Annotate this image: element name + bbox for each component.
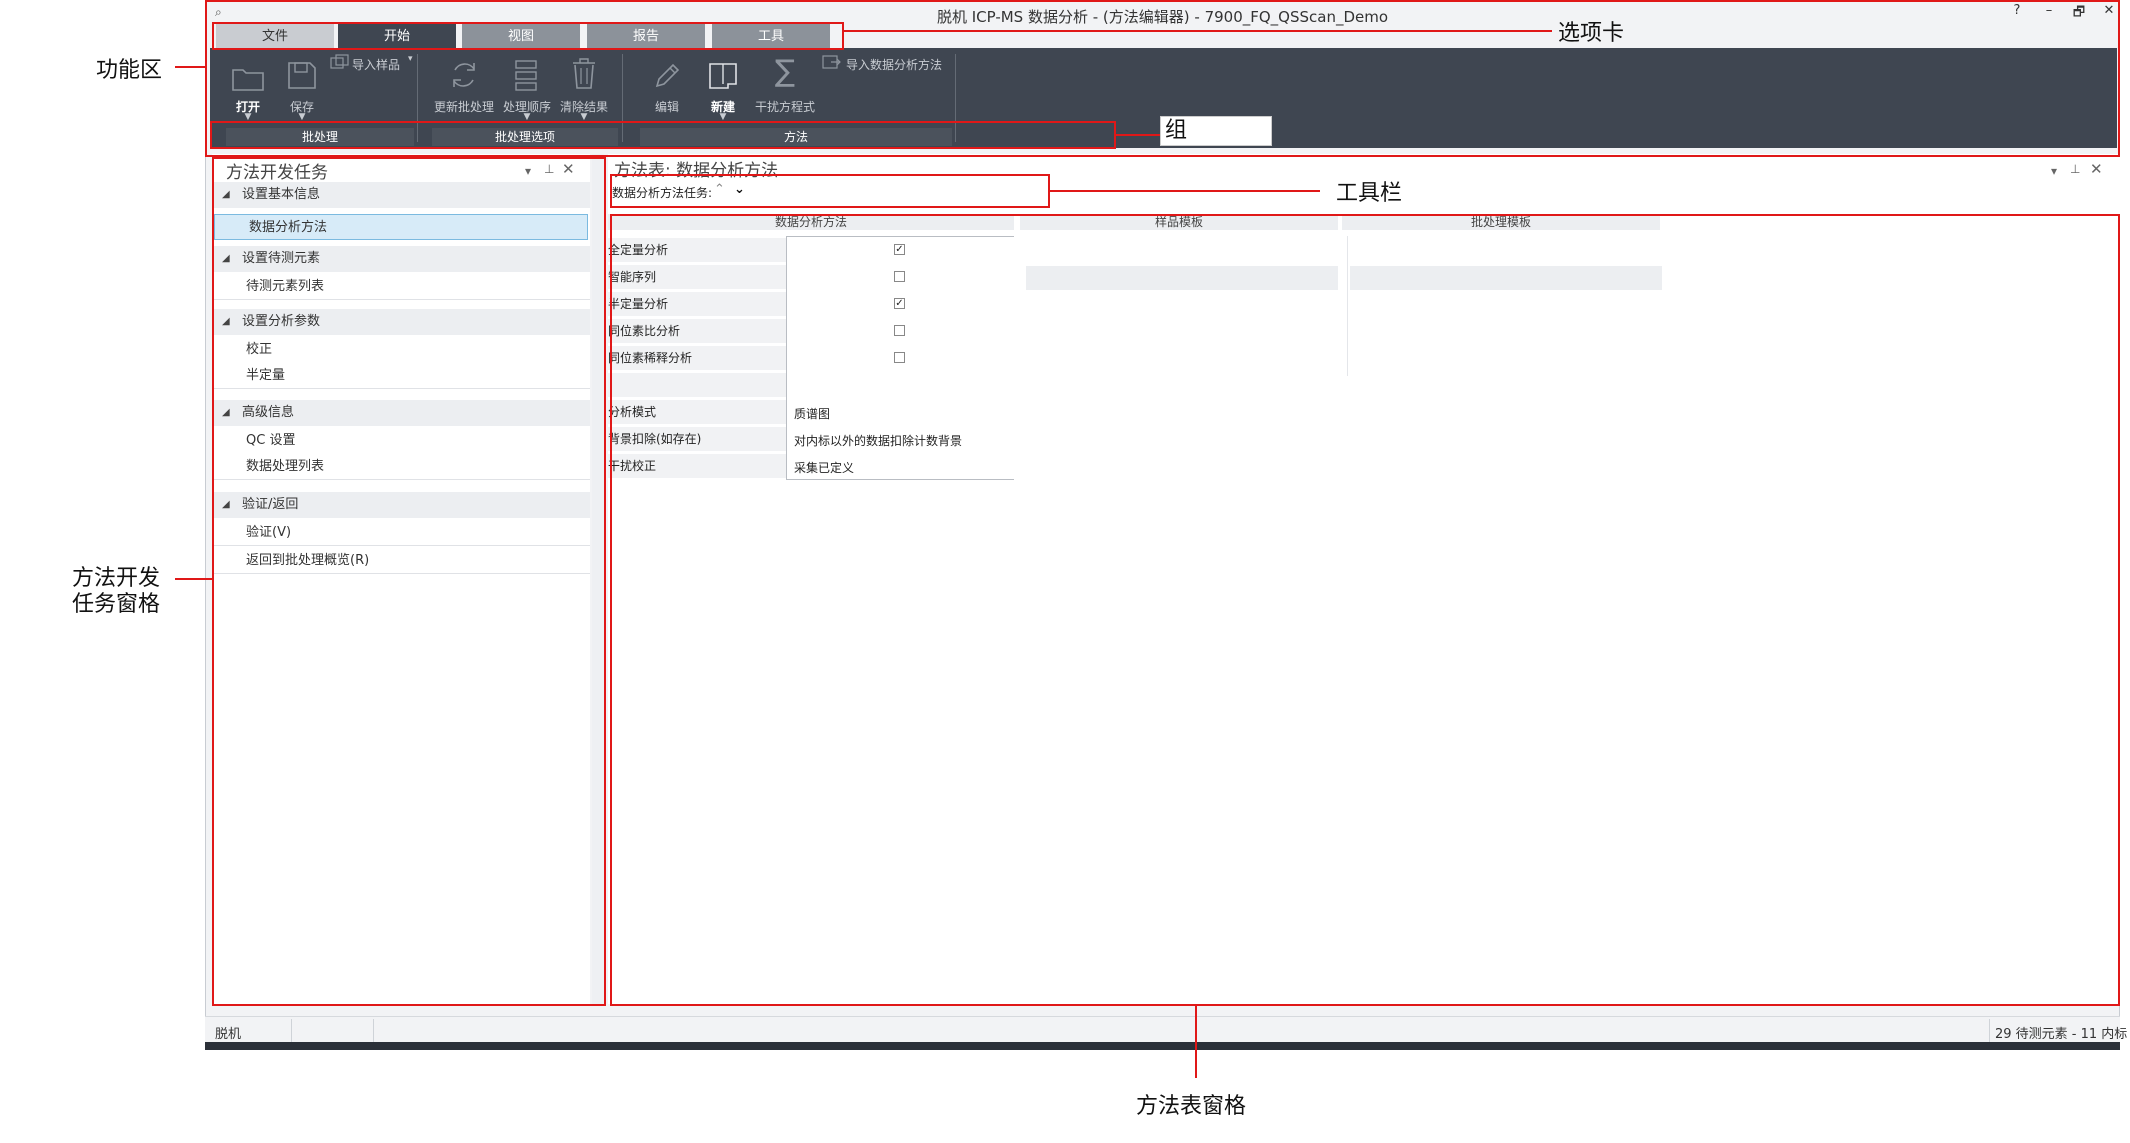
status-analyte-count: 29 待测元素 - 11 内标 [1995, 1027, 2128, 1042]
status-mode: 脱机 [215, 1027, 242, 1042]
group-leader-line [1116, 134, 1160, 136]
pin-icon[interactable]: ⊥ [2070, 162, 2080, 176]
group-box [210, 121, 1116, 149]
method-table-leader-line [1195, 1006, 1197, 1078]
close-icon[interactable]: ✕ [2090, 160, 2103, 178]
annotation-group: 组 [1160, 116, 1272, 146]
method-table-box [610, 214, 2120, 1006]
status-divider [1989, 1019, 1990, 1043]
toolbar-box [610, 174, 1050, 208]
task-pane-leader-line [175, 578, 212, 580]
annotation-task-pane-line2: 任务窗格 [72, 592, 161, 617]
annotation-method-table: 方法表窗格 [1136, 1094, 1247, 1119]
annotation-tabs: 选项卡 [1558, 21, 1625, 46]
taskbar-strip [205, 1042, 2120, 1050]
tabs-leader-line [844, 30, 1552, 32]
status-divider [291, 1019, 292, 1043]
toolbar-leader-line [1050, 190, 1320, 192]
status-divider [373, 1019, 374, 1043]
ribbon-leader-line [175, 66, 205, 68]
annotation-ribbon: 功能区 [96, 58, 163, 83]
dropdown-icon[interactable]: ▾ [2051, 164, 2057, 178]
task-pane-box [212, 157, 606, 1006]
annotation-toolbar: 工具栏 [1336, 181, 1403, 206]
tabs-box [212, 22, 844, 50]
